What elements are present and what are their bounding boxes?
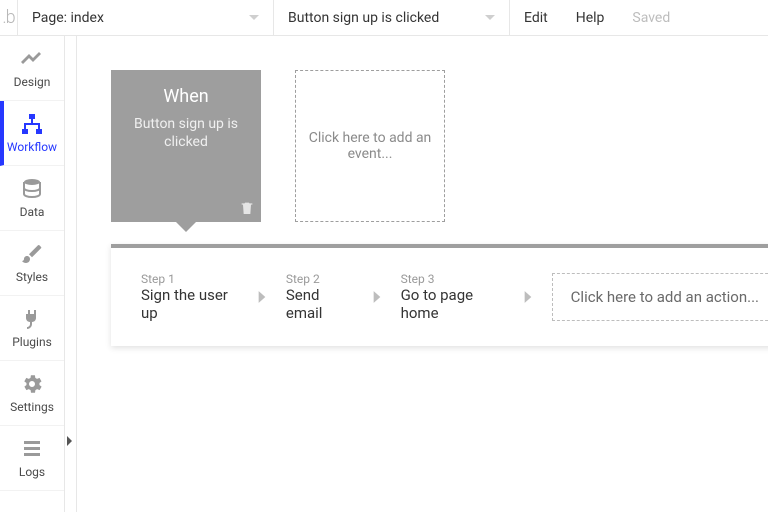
database-icon <box>20 177 44 201</box>
trash-icon[interactable] <box>239 200 255 216</box>
plug-icon <box>20 307 44 331</box>
workflow-canvas: When Button sign up is clicked Click her… <box>77 36 768 512</box>
sidebar-item-label: Workflow <box>7 140 57 154</box>
workflow-dropdown[interactable]: Button sign up is clicked <box>274 0 510 35</box>
step-2[interactable]: Step 2 Send email <box>286 272 353 322</box>
page-dropdown-label: Page: index <box>32 10 239 26</box>
chevron-down-icon <box>485 15 495 20</box>
edit-link[interactable]: Edit <box>510 0 562 35</box>
steps-panel: Step 1 Sign the user up Step 2 Send emai… <box>111 244 768 346</box>
workflow-dropdown-label: Button sign up is clicked <box>288 10 475 26</box>
sidebar-expand-strip[interactable] <box>65 36 77 512</box>
arrow-right-icon <box>518 287 538 307</box>
add-action-label: Click here to add an action... <box>571 288 759 306</box>
sidebar-item-workflow[interactable]: Workflow <box>0 101 64 166</box>
design-icon <box>20 47 44 71</box>
step-label: Step 1 <box>141 272 238 286</box>
chevron-down-icon <box>249 15 259 20</box>
page-dropdown[interactable]: Page: index <box>18 0 274 35</box>
logs-icon <box>20 437 44 461</box>
sidebar-item-logs[interactable]: Logs <box>0 426 64 491</box>
event-subtitle: Button sign up is clicked <box>121 115 251 151</box>
add-event-card[interactable]: Click here to add an event... <box>295 70 445 222</box>
sidebar-item-label: Settings <box>10 400 54 414</box>
sidebar-item-settings[interactable]: Settings <box>0 361 64 426</box>
step-name: Sign the user up <box>141 286 238 322</box>
logo-text: .b <box>2 7 14 28</box>
arrow-right-icon <box>367 287 387 307</box>
workflow-icon <box>20 112 44 136</box>
arrow-right-icon <box>252 287 272 307</box>
sidebar-item-label: Plugins <box>12 335 52 349</box>
add-action-card[interactable]: Click here to add an action... <box>552 273 768 321</box>
event-title: When <box>163 86 208 107</box>
chevron-right-icon <box>67 436 72 446</box>
sidebar-item-design[interactable]: Design <box>0 36 64 101</box>
brush-icon <box>20 242 44 266</box>
sidebar-item-plugins[interactable]: Plugins <box>0 296 64 361</box>
sidebar-item-styles[interactable]: Styles <box>0 231 64 296</box>
add-event-label: Click here to add an event... <box>306 130 434 162</box>
app-logo: .b <box>0 0 18 35</box>
step-label: Step 3 <box>401 272 504 286</box>
step-name: Go to page home <box>401 286 504 322</box>
sidebar-item-label: Styles <box>16 270 48 284</box>
step-3[interactable]: Step 3 Go to page home <box>401 272 504 322</box>
step-label: Step 2 <box>286 272 353 286</box>
event-card[interactable]: When Button sign up is clicked <box>111 70 261 222</box>
main: Design Workflow Data Styles Plugins <box>0 36 768 512</box>
sidebar-item-label: Logs <box>19 465 45 479</box>
help-link[interactable]: Help <box>562 0 619 35</box>
sidebar-item-label: Design <box>14 75 51 89</box>
sidebar-item-label: Data <box>20 205 45 219</box>
gear-icon <box>20 372 44 396</box>
step-name: Send email <box>286 286 353 322</box>
sidebar: Design Workflow Data Styles Plugins <box>0 36 65 512</box>
topbar: .b Page: index Button sign up is clicked… <box>0 0 768 36</box>
save-status: Saved <box>618 0 684 35</box>
step-1[interactable]: Step 1 Sign the user up <box>141 272 238 322</box>
events-row: When Button sign up is clicked Click her… <box>111 70 768 222</box>
sidebar-item-data[interactable]: Data <box>0 166 64 231</box>
